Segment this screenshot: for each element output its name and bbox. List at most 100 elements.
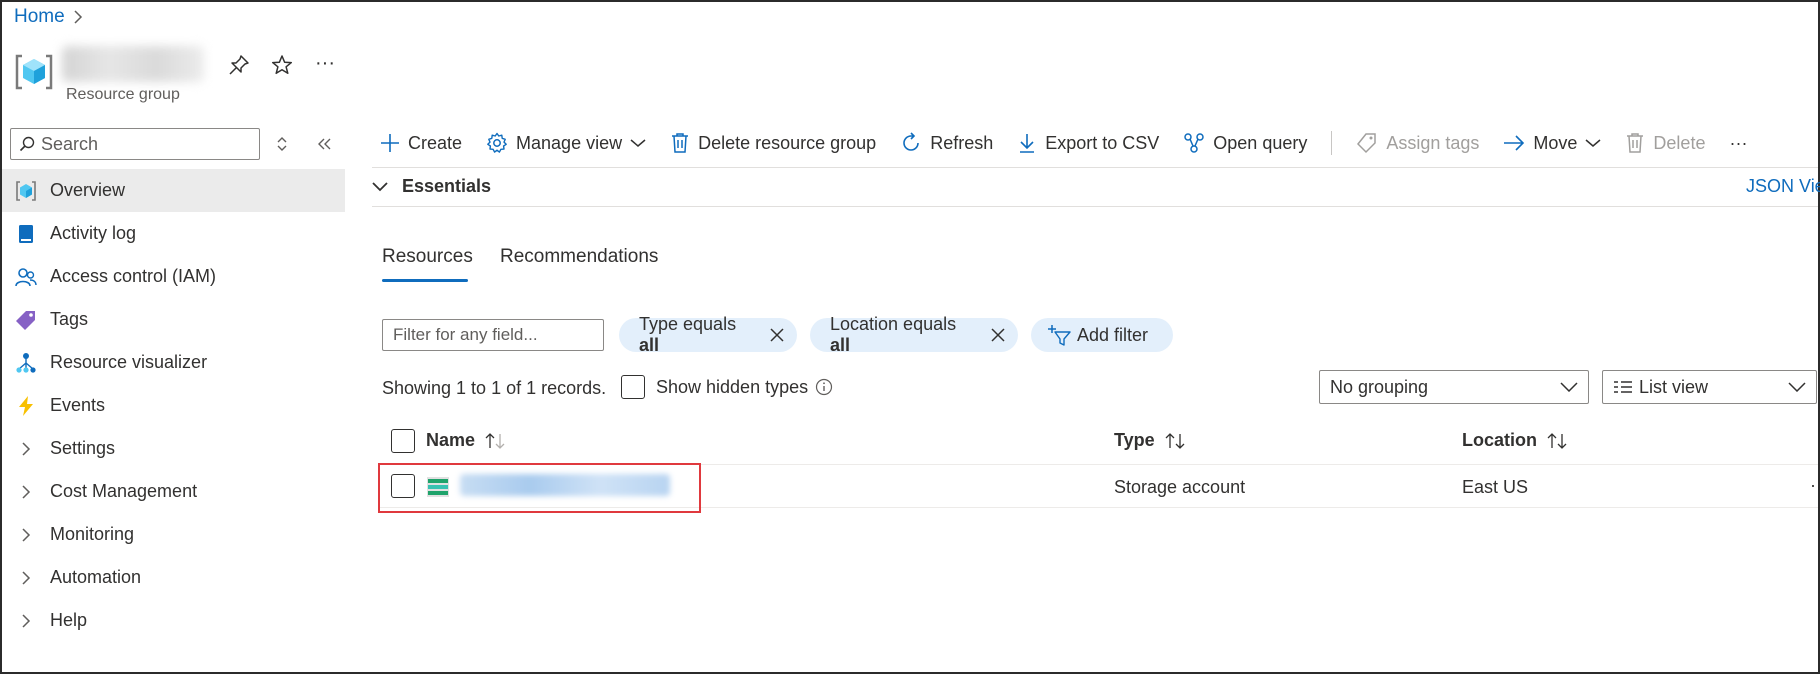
sidebar-item-label: Automation (50, 567, 142, 587)
export-csv-button[interactable]: Export to CSV (1017, 132, 1159, 154)
open-query-button[interactable]: Open query (1183, 132, 1307, 154)
close-icon[interactable] (990, 327, 1006, 343)
add-filter-button[interactable]: Add filter (1031, 318, 1173, 352)
lightning-icon (14, 394, 38, 418)
sidebar-item-help[interactable]: Help (2, 599, 345, 642)
open-query-label: Open query (1213, 132, 1308, 153)
sidebar-search-input[interactable] (41, 133, 241, 155)
chevron-down-icon (1788, 382, 1806, 392)
delete-button[interactable]: Delete (1625, 132, 1705, 154)
breadcrumb-home-link[interactable]: Home (14, 6, 65, 28)
pin-icon[interactable] (226, 52, 252, 78)
type-filter-pill[interactable]: Type equals all (619, 314, 797, 355)
essentials-toggle[interactable]: Essentials (372, 176, 491, 197)
filter-input[interactable] (382, 319, 604, 351)
create-button-label: Create (408, 132, 463, 153)
arrow-right-icon (1503, 134, 1525, 152)
sidebar-item-events[interactable]: Events (2, 384, 345, 427)
sidebar-item-settings[interactable]: Settings (2, 427, 345, 470)
more-options-icon[interactable]: ··· (312, 50, 338, 76)
sidebar-item-resource-visualizer[interactable]: Resource visualizer (2, 341, 345, 384)
assign-tags-button[interactable]: Assign tags (1356, 132, 1479, 154)
command-bar: Create Manage view Delete resource group… (380, 126, 1771, 160)
refresh-button[interactable]: Refresh (900, 132, 993, 154)
column-header-location[interactable]: Location (1462, 430, 1569, 451)
chevron-right-icon (14, 523, 38, 547)
select-all-checkbox[interactable] (391, 429, 415, 453)
add-filter-label: Add filter (1077, 324, 1149, 345)
chevron-down-icon (630, 138, 646, 148)
sidebar-item-label: Cost Management (50, 481, 198, 501)
sidebar-item-automation[interactable]: Automation (2, 556, 345, 599)
delete-resource-group-button[interactable]: Delete resource group (670, 132, 876, 154)
sidebar-item-tags[interactable]: Tags (2, 298, 345, 341)
people-icon (14, 265, 38, 289)
resource-group-icon (14, 52, 54, 92)
location-filter-pill[interactable]: Location equals all (810, 314, 1018, 355)
sidebar-item-label: Overview (50, 180, 126, 200)
sidebar-search-box[interactable] (10, 128, 260, 160)
gear-icon (486, 132, 508, 154)
divider (372, 206, 1818, 207)
sort-icon (1545, 432, 1569, 450)
show-hidden-types-checkbox[interactable] (621, 375, 645, 399)
move-button[interactable]: Move (1503, 133, 1601, 154)
grouping-value: No grouping (1330, 376, 1429, 397)
star-icon[interactable] (269, 52, 295, 78)
sidebar-item-access-control[interactable]: Access control (IAM) (2, 255, 345, 298)
resource-location-cell: East US (1462, 477, 1529, 497)
chevron-right-icon (14, 566, 38, 590)
visualizer-icon (14, 351, 38, 375)
sidebar-item-activity-log[interactable]: Activity log (2, 212, 345, 255)
sidebar-item-label: Events (50, 395, 106, 415)
close-icon[interactable] (769, 327, 785, 343)
view-dropdown[interactable]: List view (1602, 370, 1817, 404)
chevron-right-icon (14, 437, 38, 461)
manage-view-button[interactable]: Manage view (486, 132, 646, 154)
tab-resources[interactable]: Resources (382, 246, 473, 268)
highlight-box (378, 463, 701, 513)
chevron-right-icon (14, 609, 38, 633)
sidebar-item-label: Access control (IAM) (50, 266, 217, 286)
essentials-label: Essentials (402, 176, 492, 196)
sidebar-item-overview[interactable]: Overview (2, 169, 345, 212)
collapse-sidebar-icon[interactable] (314, 134, 334, 154)
create-button[interactable]: Create (380, 133, 462, 154)
location-filter-label: Location equals all (830, 314, 957, 355)
row-more-icon[interactable]: · (1810, 475, 1816, 496)
sidebar-item-cost-management[interactable]: Cost Management (2, 470, 345, 513)
sidebar-item-monitoring[interactable]: Monitoring (2, 513, 345, 556)
move-label: Move (1533, 132, 1578, 153)
sidebar-item-label: Activity log (50, 223, 137, 243)
view-value: List view (1613, 377, 1708, 398)
export-csv-label: Export to CSV (1045, 132, 1160, 153)
info-icon[interactable] (815, 378, 833, 396)
trash-icon (1625, 132, 1645, 154)
resource-group-name-redacted (62, 46, 204, 82)
json-view-link[interactable]: JSON View (1746, 176, 1820, 197)
tab-recommendations[interactable]: Recommendations (500, 246, 658, 268)
active-tab-indicator (382, 279, 468, 282)
resource-type-cell: Storage account (1114, 477, 1246, 497)
records-summary: Showing 1 to 1 of 1 records. (382, 378, 607, 398)
column-header-type[interactable]: Type (1114, 430, 1187, 451)
sidebar-item-label: Settings (50, 438, 116, 458)
download-icon (1017, 132, 1037, 154)
chevron-right-icon (73, 10, 83, 24)
resource-group-icon (14, 179, 38, 203)
refresh-label: Refresh (930, 132, 994, 153)
chevron-down-icon (1585, 138, 1601, 148)
tag-icon (14, 308, 38, 332)
sort-up-down-icon[interactable] (272, 134, 292, 154)
grouping-dropdown[interactable]: No grouping (1319, 370, 1589, 404)
add-filter-icon (1047, 324, 1071, 346)
delete-label: Delete (1653, 132, 1706, 153)
column-header-name[interactable]: Name (426, 430, 507, 451)
tag-outline-icon (1356, 132, 1378, 154)
divider (372, 167, 1818, 168)
query-icon (1183, 132, 1205, 154)
assign-tags-label: Assign tags (1386, 132, 1480, 153)
manage-view-label: Manage view (516, 132, 623, 153)
toolbar-more-button[interactable]: ··· (1729, 133, 1747, 154)
chevron-down-icon (1560, 382, 1578, 392)
